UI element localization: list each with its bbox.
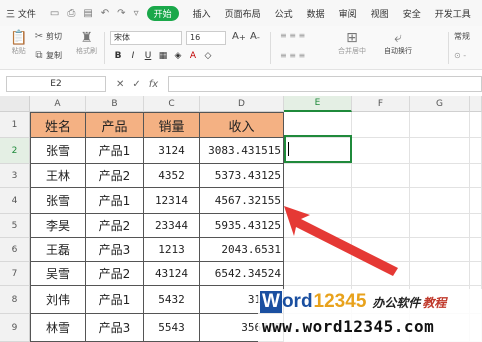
- watermark: W ord 12345 办公软件 教程 www.word12345.com: [258, 289, 482, 342]
- logo-ord: ord: [281, 291, 313, 312]
- red-arrow-icon: [284, 206, 398, 276]
- logo-number: 12345: [313, 291, 367, 312]
- watermark-url: www.word12345.com: [262, 317, 435, 336]
- logo-office-text: 办公软件: [372, 295, 421, 310]
- logo-w: W: [260, 291, 282, 313]
- logo-tutorial-text: 教程: [422, 295, 447, 310]
- watermark-logo: W ord 12345 办公软件 教程: [260, 291, 446, 313]
